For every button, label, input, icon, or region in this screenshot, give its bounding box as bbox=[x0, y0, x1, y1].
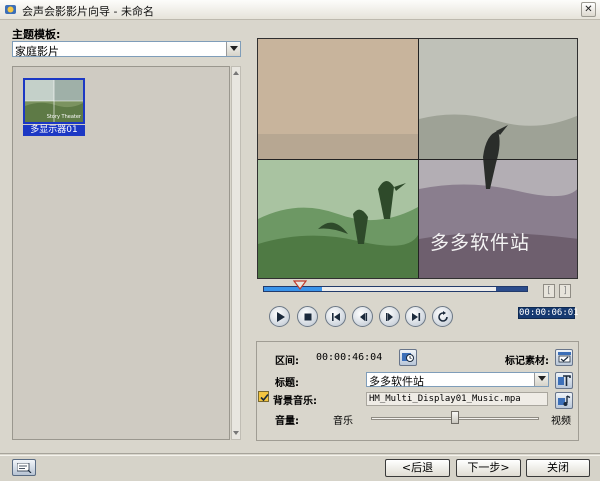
clock-icon bbox=[402, 353, 414, 362]
timecode-display[interactable]: 00:00:06:01 bbox=[518, 307, 579, 319]
help-button[interactable] bbox=[12, 459, 36, 476]
theme-select[interactable]: 家庭影片 bbox=[12, 41, 241, 58]
volume-music-label: 音乐 bbox=[333, 416, 353, 427]
volume-slider-thumb[interactable] bbox=[451, 411, 459, 424]
next-frame-button[interactable] bbox=[379, 306, 400, 327]
go-to-end-button[interactable] bbox=[405, 306, 426, 327]
template-list-scrollbar[interactable] bbox=[231, 66, 241, 440]
stop-button[interactable] bbox=[297, 306, 318, 327]
skip-end-icon bbox=[412, 313, 421, 321]
playback-progress-rest bbox=[322, 287, 496, 291]
app-icon bbox=[5, 5, 16, 14]
music-file-field[interactable]: HM_Multi_Display01_Music.mpa bbox=[366, 392, 548, 406]
preview-watermark: 多多软件站 bbox=[430, 232, 531, 254]
title-select[interactable]: 多多软件站 bbox=[366, 372, 549, 388]
title-bar: 会声会影影片向导 - 未命名 ✕ bbox=[0, 0, 600, 20]
scrubber-handle-icon[interactable] bbox=[293, 280, 307, 290]
music-file-name: HM_Multi_Display01_Music.mpa bbox=[369, 394, 521, 404]
duration-value[interactable]: 00:00:46:04 bbox=[316, 352, 382, 363]
next-button[interactable]: 下一步> bbox=[456, 459, 521, 477]
window-close-button[interactable]: ✕ bbox=[581, 2, 596, 17]
step-back-icon bbox=[360, 313, 368, 321]
play-icon bbox=[277, 312, 285, 322]
duration-label: 区间: bbox=[275, 356, 299, 367]
scroll-up-icon[interactable] bbox=[232, 68, 240, 78]
repeat-icon bbox=[438, 311, 448, 322]
back-button[interactable]: <后退 bbox=[385, 459, 450, 477]
duration-button[interactable] bbox=[399, 349, 417, 366]
text-tool-icon bbox=[558, 375, 571, 386]
music-options-button[interactable] bbox=[555, 392, 573, 409]
scroll-down-icon[interactable] bbox=[232, 428, 240, 438]
mark-in-button[interactable]: [ bbox=[543, 284, 555, 298]
step-forward-icon bbox=[386, 313, 393, 321]
title-label: 标题: bbox=[275, 378, 299, 389]
template-thumbnail[interactable]: Story Theater bbox=[23, 78, 85, 124]
music-note-icon bbox=[558, 395, 571, 406]
window-title: 会声会影影片向导 - 未命名 bbox=[22, 5, 154, 18]
title-select-value: 多多软件站 bbox=[369, 375, 424, 388]
mark-clips-label: 标记素材: bbox=[505, 356, 549, 367]
template-item-label: 多显示器01 bbox=[23, 125, 85, 136]
repeat-button[interactable] bbox=[432, 306, 453, 327]
chevron-down-icon[interactable] bbox=[534, 373, 548, 386]
play-button[interactable] bbox=[269, 306, 290, 327]
close-button[interactable]: 关闭 bbox=[526, 459, 590, 477]
volume-label: 音量: bbox=[275, 416, 299, 427]
bottom-divider bbox=[0, 453, 600, 454]
background-music-checkbox[interactable] bbox=[258, 391, 269, 402]
help-panel-icon bbox=[17, 463, 32, 473]
theme-select-value: 家庭影片 bbox=[15, 45, 59, 58]
template-thumbnail-text: Story Theater bbox=[46, 114, 81, 120]
checkmark-icon bbox=[260, 393, 269, 402]
chevron-down-icon[interactable] bbox=[226, 42, 240, 56]
mark-clips-button[interactable] bbox=[555, 349, 573, 366]
go-to-start-button[interactable] bbox=[325, 306, 346, 327]
title-edit-button[interactable] bbox=[555, 372, 573, 389]
background-music-label: 背景音乐: bbox=[273, 396, 317, 407]
video-preview: 多多软件站 bbox=[257, 38, 578, 279]
template-item[interactable]: Story Theater 多显示器01 bbox=[23, 78, 85, 136]
mark-out-button[interactable]: ] bbox=[559, 284, 571, 298]
previous-frame-button[interactable] bbox=[352, 306, 373, 327]
skip-start-icon bbox=[332, 313, 340, 321]
mark-clips-icon bbox=[558, 352, 571, 363]
theme-label: 主题模板: bbox=[12, 28, 61, 41]
stop-icon bbox=[304, 313, 312, 321]
volume-video-label: 视频 bbox=[551, 416, 571, 427]
